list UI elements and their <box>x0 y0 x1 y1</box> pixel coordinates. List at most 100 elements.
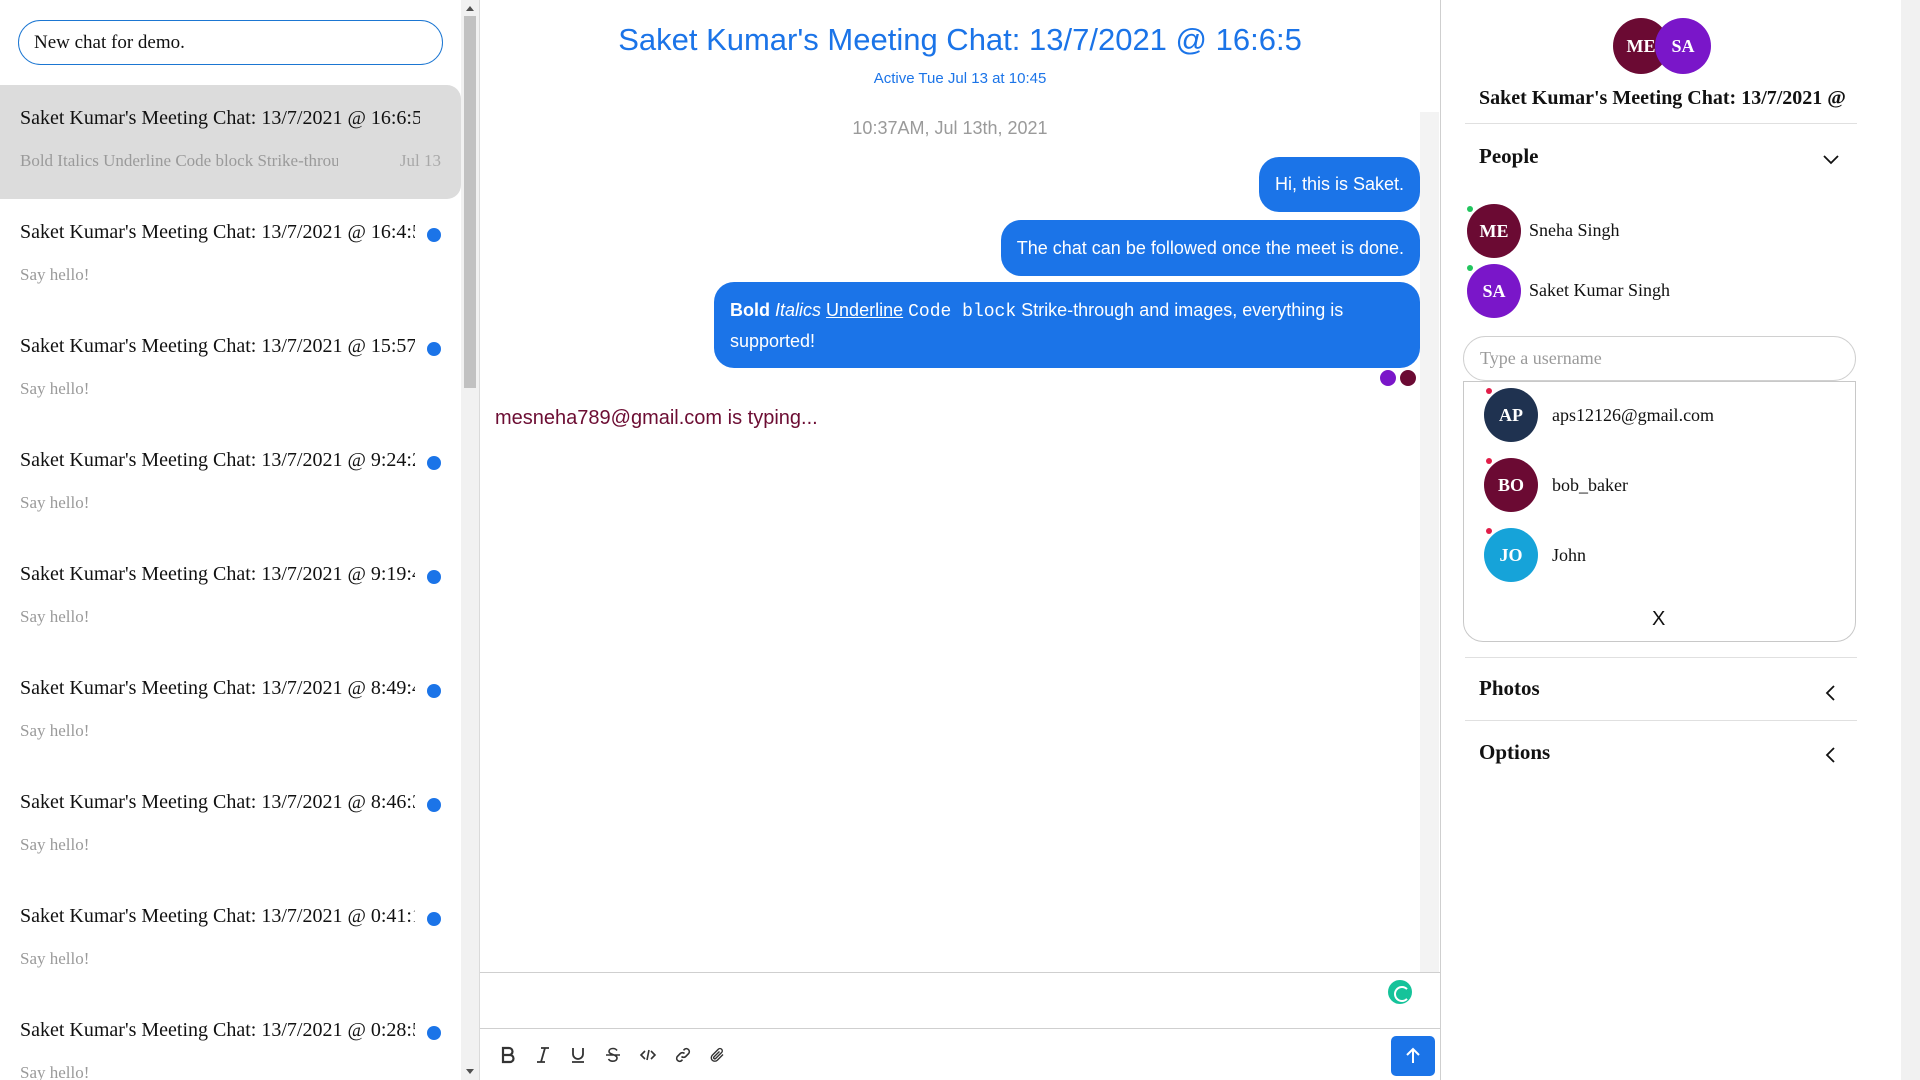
chat-list-scrollbar[interactable] <box>461 0 479 1080</box>
avatar[interactable]: JO <box>1484 528 1538 582</box>
chat-title: Saket Kumar's Meeting Chat: 13/7/2021 @ … <box>618 22 1302 57</box>
unread-indicator <box>427 912 441 926</box>
chat-item-title: Saket Kumar's Meeting Chat: 13/7/2021 @ … <box>20 905 415 927</box>
underline-button[interactable] <box>563 1040 593 1070</box>
chevron-left-icon[interactable] <box>1821 683 1841 703</box>
toolbar-divider <box>480 1028 1440 1029</box>
chat-active-status: Active Tue Jul 13 at 10:45 <box>873 70 1047 87</box>
bold-icon <box>501 1046 515 1064</box>
chat-item-preview: Say hello! <box>20 1063 90 1080</box>
message-composer-input[interactable] <box>480 973 1440 1027</box>
chat-item-preview: Say hello! <box>20 835 90 854</box>
new-chat-input[interactable] <box>18 20 443 65</box>
unread-indicator <box>427 1026 441 1040</box>
my-message-bubble: The chat can be followed once the meet i… <box>1000 220 1420 276</box>
send-button[interactable] <box>1391 1036 1435 1076</box>
attach-button[interactable] <box>703 1040 733 1070</box>
link-button[interactable] <box>668 1040 698 1070</box>
online-indicator <box>1467 206 1473 212</box>
italic-text: Italics <box>775 300 822 320</box>
unread-indicator <box>427 570 441 584</box>
suggestion-name[interactable]: aps12126@gmail.com <box>1552 405 1714 426</box>
avatar[interactable]: AP <box>1484 388 1538 442</box>
chat-feed-panel: Saket Kumar's Meeting Chat: 13/7/2021 @ … <box>480 0 1440 1080</box>
username-suggestions-dropdown: AP aps12126@gmail.com BO bob_baker JO Jo… <box>1463 381 1856 642</box>
chat-list-item[interactable]: Saket Kumar's Meeting Chat: 13/7/2021 @ … <box>0 199 461 311</box>
chat-list-item[interactable]: Saket Kumar's Meeting Chat: 13/7/2021 @ … <box>0 997 461 1080</box>
grammarly-icon[interactable] <box>1388 980 1412 1004</box>
chat-item-preview: Bold Italics Underline Code block Strike… <box>20 151 338 170</box>
scroll-up-arrow-icon[interactable] <box>466 6 474 11</box>
code-icon <box>639 1049 657 1061</box>
read-receipt-avatar <box>1400 370 1416 386</box>
scrollbar-thumb[interactable] <box>464 16 476 388</box>
offline-indicator <box>1486 458 1492 464</box>
unread-indicator <box>427 684 441 698</box>
code-text: Code block <box>908 302 1017 322</box>
chat-list-item[interactable]: Saket Kumar's Meeting Chat: 13/7/2021 @ … <box>0 769 461 881</box>
chat-item-preview: Say hello! <box>20 379 90 398</box>
underline-text: Underline <box>826 300 904 320</box>
chat-details-panel: ME SA Saket Kumar's Meeting Chat: 13/7/2… <box>1441 0 1901 1080</box>
chat-item-title: Saket Kumar's Meeting Chat: 13/7/2021 @ … <box>20 449 415 471</box>
italic-icon <box>537 1047 549 1063</box>
chat-feed-scrollbar[interactable] <box>1420 112 1439 972</box>
chat-item-title: Saket Kumar's Meeting Chat: 13/7/2021 @ … <box>20 1019 415 1041</box>
photos-section-title[interactable]: Photos <box>1479 676 1540 701</box>
chat-list-item-active[interactable]: Saket Kumar's Meeting Chat: 13/7/2021 @ … <box>0 85 461 199</box>
avatar: SA <box>1467 264 1521 318</box>
close-suggestions-button[interactable]: X <box>1652 608 1665 631</box>
strikethrough-icon <box>606 1047 620 1063</box>
suggestion-name[interactable]: John <box>1552 545 1586 566</box>
message-text: Strike-through and images, everything is… <box>730 300 1344 351</box>
person-name: Saket Kumar Singh <box>1529 280 1670 300</box>
unread-indicator <box>427 798 441 812</box>
chat-list-item[interactable]: Saket Kumar's Meeting Chat: 13/7/2021 @ … <box>0 883 461 995</box>
divider <box>1465 123 1857 124</box>
bold-button[interactable] <box>493 1040 523 1070</box>
options-section-title[interactable]: Options <box>1479 740 1550 765</box>
strikethrough-button[interactable] <box>598 1040 628 1070</box>
unread-indicator <box>427 228 441 242</box>
people-section-title[interactable]: People <box>1479 144 1538 169</box>
chat-item-preview: Say hello! <box>20 949 90 968</box>
chevron-down-icon[interactable] <box>1821 149 1841 169</box>
unread-indicator <box>427 456 441 470</box>
my-message-bubble-formatted: Bold Italics Underline Code block Strike… <box>714 282 1420 368</box>
my-message-bubble: Hi, this is Saket. <box>1258 157 1420 212</box>
chat-list-item[interactable]: Saket Kumar's Meeting Chat: 13/7/2021 @ … <box>0 313 461 425</box>
unread-indicator <box>427 342 441 356</box>
chat-list-item[interactable]: Saket Kumar's Meeting Chat: 13/7/2021 @ … <box>0 541 461 653</box>
read-receipt-avatar <box>1380 370 1396 386</box>
avatar: ME <box>1467 204 1521 258</box>
chat-item-preview: Say hello! <box>20 721 90 740</box>
chat-item-preview: Say hello! <box>20 607 90 626</box>
username-search-input[interactable] <box>1463 336 1856 381</box>
person-name: Sneha Singh <box>1529 220 1620 240</box>
attachment-icon <box>710 1047 724 1062</box>
suggestion-name[interactable]: bob_baker <box>1552 475 1628 496</box>
divider <box>1465 657 1857 658</box>
chat-item-title: Saket Kumar's Meeting Chat: 13/7/2021 @ … <box>20 107 420 129</box>
scroll-down-arrow-icon[interactable] <box>466 1069 474 1074</box>
avatar[interactable]: BO <box>1484 458 1538 512</box>
chat-list-item[interactable]: Saket Kumar's Meeting Chat: 13/7/2021 @ … <box>0 655 461 767</box>
chat-item-title: Saket Kumar's Meeting Chat: 13/7/2021 @ … <box>20 791 415 813</box>
chat-list-item[interactable]: Saket Kumar's Meeting Chat: 13/7/2021 @ … <box>0 427 461 539</box>
details-scrollbar[interactable] <box>1901 0 1920 1080</box>
bold-text: Bold <box>730 300 770 320</box>
chat-item-title: Saket Kumar's Meeting Chat: 13/7/2021 @ … <box>20 563 415 585</box>
chat-list-panel: Saket Kumar's Meeting Chat: 13/7/2021 @ … <box>0 0 461 1080</box>
code-button[interactable] <box>633 1040 663 1070</box>
chat-item-title: Saket Kumar's Meeting Chat: 13/7/2021 @ … <box>20 335 415 357</box>
divider <box>1465 720 1857 721</box>
chevron-left-icon[interactable] <box>1821 745 1841 765</box>
offline-indicator <box>1486 388 1492 394</box>
chat-item-title: Saket Kumar's Meeting Chat: 13/7/2021 @ … <box>20 677 415 699</box>
link-icon <box>675 1047 691 1063</box>
underline-icon <box>572 1048 584 1063</box>
chat-item-preview: Say hello! <box>20 265 90 284</box>
italic-button[interactable] <box>528 1040 558 1070</box>
avatar: SA <box>1655 18 1711 74</box>
online-indicator <box>1467 265 1473 271</box>
